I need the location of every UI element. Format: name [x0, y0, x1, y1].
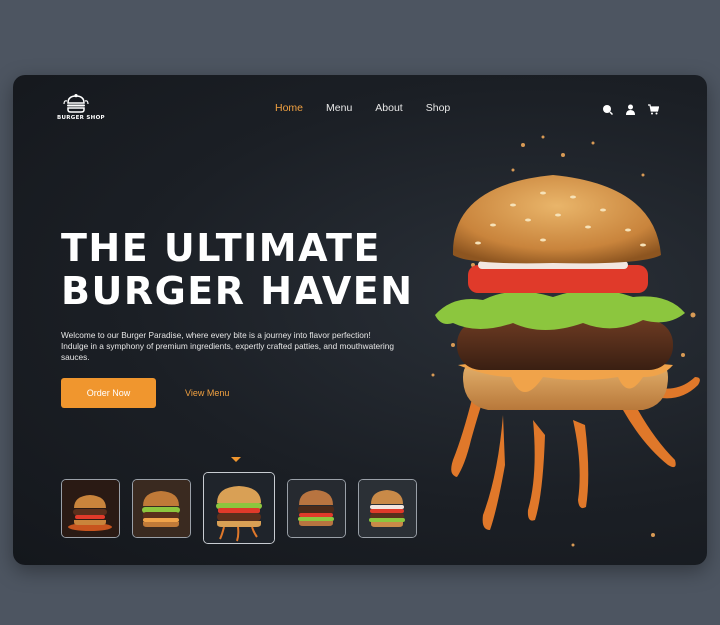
thumbnail-1[interactable]	[61, 478, 120, 538]
user-icon[interactable]	[625, 102, 636, 115]
main-nav: Home Menu About Shop	[275, 102, 450, 114]
tomato	[468, 265, 648, 293]
thumbnail-3[interactable]	[203, 472, 275, 544]
nav-about[interactable]: About	[375, 102, 402, 114]
top-bun	[452, 175, 661, 264]
thumbnail-5[interactable]	[358, 478, 417, 538]
header-actions	[602, 102, 660, 116]
thumbnail-4[interactable]	[287, 478, 346, 538]
landing-page: BURGER SHOP Home Menu About Shop THE ULT…	[13, 75, 707, 565]
logo[interactable]: BURGER SHOP	[57, 94, 105, 124]
cart-icon[interactable]	[648, 102, 660, 115]
hero-burger-image	[431, 135, 700, 547]
order-now-button[interactable]: Order Now	[61, 378, 156, 408]
view-menu-button[interactable]: View Menu	[179, 378, 235, 408]
hero-description: Welcome to our Burger Paradise, where ev…	[61, 330, 394, 362]
hero-title: THE ULTIMATE BURGER HAVEN	[61, 226, 414, 313]
nav-shop[interactable]: Shop	[426, 102, 451, 114]
logo-text: BURGER SHOP	[57, 115, 105, 121]
nav-menu[interactable]: Menu	[326, 102, 352, 114]
thumbnail-2[interactable]	[132, 478, 191, 538]
nav-home[interactable]: Home	[275, 102, 303, 114]
selected-thumbnail-indicator	[231, 457, 241, 462]
thumbnail-strip	[61, 472, 417, 544]
search-icon[interactable]	[602, 102, 614, 116]
burger-logo-icon	[63, 94, 89, 113]
